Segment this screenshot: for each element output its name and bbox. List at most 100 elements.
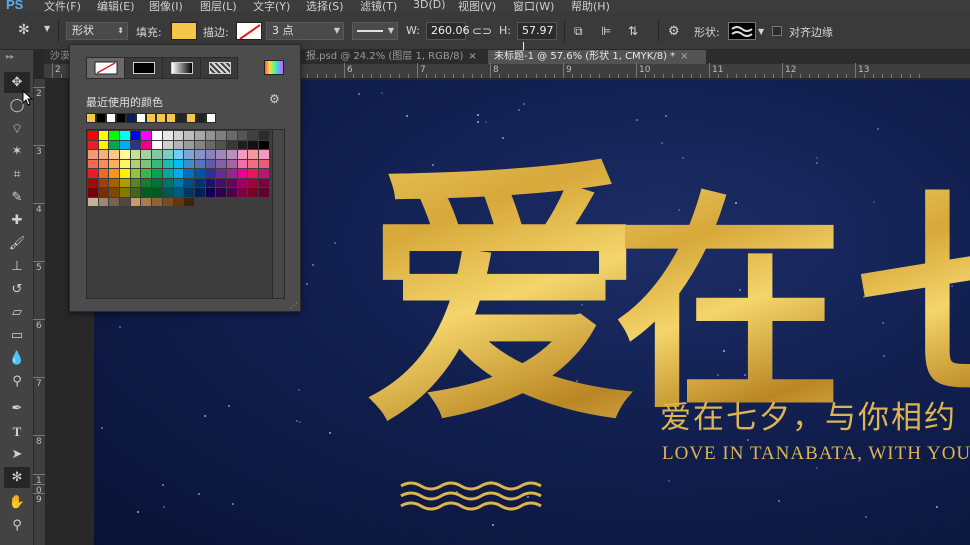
color-swatch[interactable] — [130, 178, 142, 188]
no-fill-button[interactable] — [87, 58, 125, 78]
color-swatch[interactable] — [194, 131, 206, 141]
color-swatch[interactable] — [173, 131, 185, 141]
color-swatch[interactable] — [130, 150, 142, 160]
color-swatch[interactable] — [216, 159, 227, 169]
color-swatch[interactable] — [173, 188, 185, 198]
tab-document-2[interactable]: 报.psd @ 24.2% (图层 1, RGB/8) × — [300, 50, 488, 64]
polygon-lasso-tool-icon[interactable]: ⌔ — [4, 118, 30, 139]
color-swatch[interactable] — [184, 197, 195, 207]
stroke-type-select[interactable]: ▼ — [352, 22, 398, 40]
color-swatch[interactable] — [88, 150, 99, 160]
color-swatch[interactable] — [130, 140, 142, 150]
color-swatch[interactable] — [248, 150, 259, 160]
color-swatch[interactable] — [109, 140, 121, 150]
color-swatch[interactable] — [248, 169, 259, 179]
color-swatch[interactable] — [162, 140, 174, 150]
path-select-tool-icon[interactable]: ➤ — [4, 444, 30, 465]
color-swatch[interactable] — [141, 140, 153, 150]
color-swatch[interactable] — [205, 140, 217, 150]
color-swatch[interactable] — [152, 150, 163, 160]
menu-type[interactable]: 文字(Y) — [253, 0, 290, 12]
crop-tool-icon[interactable]: ⌗ — [4, 164, 30, 185]
color-swatch[interactable] — [237, 131, 249, 141]
color-swatch[interactable] — [141, 150, 153, 160]
color-swatch[interactable] — [152, 140, 163, 150]
color-swatch[interactable] — [226, 140, 238, 150]
color-swatch[interactable] — [120, 197, 131, 207]
blur-tool-icon[interactable]: 💧 — [4, 348, 30, 369]
panel-collapse-icon[interactable]: ▸▸ — [6, 52, 14, 61]
menu-help[interactable]: 帮助(H) — [571, 0, 610, 12]
menu-view[interactable]: 视图(V) — [458, 0, 496, 12]
menu-filter[interactable]: 滤镜(T) — [360, 0, 397, 12]
path-arrangement-icon[interactable]: ⇅ — [628, 24, 638, 38]
scrollbar[interactable] — [272, 130, 284, 298]
recent-color-swatch[interactable] — [136, 113, 146, 123]
color-picker-button[interactable] — [264, 60, 284, 75]
link-icon[interactable]: ⊂⊃ — [472, 24, 492, 38]
color-swatch[interactable] — [120, 169, 131, 179]
color-swatch[interactable] — [259, 159, 270, 169]
color-swatch[interactable] — [162, 159, 174, 169]
color-swatch[interactable] — [216, 178, 227, 188]
color-swatch[interactable] — [88, 188, 99, 198]
color-swatch[interactable] — [162, 150, 174, 160]
menu-3d[interactable]: 3D(D) — [413, 0, 446, 11]
color-swatch[interactable] — [152, 131, 163, 141]
color-swatch[interactable] — [226, 178, 238, 188]
color-swatch[interactable] — [216, 188, 227, 198]
menu-window[interactable]: 窗口(W) — [513, 0, 554, 12]
color-swatch[interactable] — [173, 178, 185, 188]
close-icon[interactable]: × — [680, 51, 688, 62]
recent-color-swatch[interactable] — [96, 113, 106, 123]
color-swatch[interactable] — [152, 169, 163, 179]
color-swatch[interactable] — [130, 169, 142, 179]
history-brush-tool-icon[interactable]: ↺ — [4, 279, 30, 300]
color-swatch[interactable] — [173, 150, 185, 160]
color-swatch[interactable] — [88, 178, 99, 188]
color-swatch[interactable] — [98, 131, 110, 141]
menu-image[interactable]: 图像(I) — [149, 0, 183, 12]
color-swatch[interactable] — [259, 131, 270, 141]
color-swatch[interactable] — [194, 159, 206, 169]
height-field[interactable]: 57.97 l — [517, 22, 557, 53]
color-swatch[interactable] — [120, 131, 131, 141]
color-swatch[interactable] — [194, 169, 206, 179]
color-swatch[interactable] — [205, 159, 217, 169]
zoom-tool-icon[interactable]: ⚲ — [4, 515, 30, 536]
tool-mode-select[interactable]: 形状 ⬍ — [66, 22, 128, 40]
color-swatch[interactable] — [141, 178, 153, 188]
color-swatch[interactable] — [88, 197, 99, 207]
color-swatch[interactable] — [109, 197, 121, 207]
path-operations-icon[interactable]: ⧉ — [574, 24, 583, 39]
menu-select[interactable]: 选择(S) — [306, 0, 344, 12]
color-swatch[interactable] — [120, 178, 131, 188]
color-swatch[interactable] — [130, 159, 142, 169]
recent-color-swatch[interactable] — [106, 113, 116, 123]
color-swatch[interactable] — [141, 131, 153, 141]
color-swatch[interactable] — [237, 178, 249, 188]
color-swatch[interactable] — [130, 197, 142, 207]
color-swatch[interactable] — [162, 188, 174, 198]
tool-preset-picker[interactable]: ✻ ▼ — [16, 22, 54, 40]
color-swatch[interactable] — [237, 159, 249, 169]
color-swatch[interactable] — [88, 159, 99, 169]
custom-shape-tool-icon[interactable]: ✻ — [4, 467, 30, 488]
color-swatch[interactable] — [184, 178, 195, 188]
align-edges-checkbox[interactable] — [772, 26, 782, 36]
color-swatch[interactable] — [98, 197, 110, 207]
stroke-color-swatch[interactable] — [236, 22, 262, 40]
shape-picker[interactable] — [728, 22, 756, 40]
recent-color-swatch[interactable] — [156, 113, 166, 123]
color-swatch[interactable] — [88, 131, 99, 141]
clone-stamp-tool-icon[interactable]: ⊥ — [4, 256, 30, 277]
color-swatch[interactable] — [141, 159, 153, 169]
color-swatch[interactable] — [98, 150, 110, 160]
color-swatch[interactable] — [109, 131, 121, 141]
color-swatch[interactable] — [237, 140, 249, 150]
color-swatch[interactable] — [141, 197, 153, 207]
color-swatch[interactable] — [109, 178, 121, 188]
color-swatch[interactable] — [141, 169, 153, 179]
tab-document-3[interactable]: 未标题-1 @ 57.6% (形状 1, CMYK/8) * × — [488, 50, 706, 64]
type-tool-icon[interactable]: T — [4, 421, 30, 442]
